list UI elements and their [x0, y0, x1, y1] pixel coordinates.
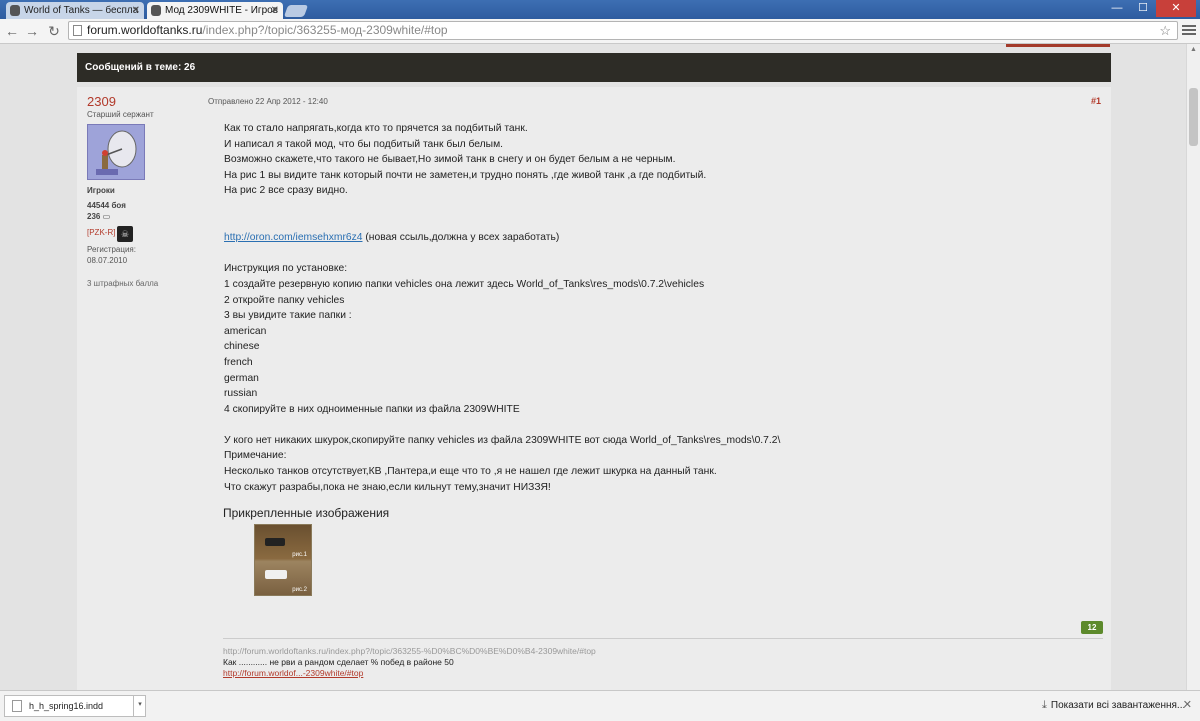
- minimize-button[interactable]: —: [1104, 0, 1130, 17]
- registration-label: Регистрация:: [87, 245, 136, 254]
- avatar[interactable]: [87, 124, 145, 180]
- white-tank-image: [265, 570, 287, 579]
- note-title: Примечание:: [224, 450, 287, 462]
- reply-button-edge[interactable]: [1006, 44, 1110, 47]
- post-date: Отправлено 22 Апр 2012 - 12:40: [208, 97, 328, 106]
- tab-mod-2309white[interactable]: Мод 2309WHITE - Игров ✕: [147, 2, 283, 19]
- browser-toolbar: ← → ↻ forum.worldoftanks.ru/index.php?/t…: [0, 19, 1200, 44]
- post-text-line: Возможно скажете,что такого не бывает,Но…: [224, 154, 676, 166]
- tab-world-of-tanks[interactable]: World of Tanks — беспла ✕: [6, 2, 144, 19]
- comment-icon: ▭: [102, 212, 111, 221]
- tab-close-icon[interactable]: ✕: [132, 2, 140, 19]
- author-name[interactable]: 2309: [87, 94, 116, 109]
- author-rank: Старший сержант: [87, 110, 154, 119]
- attachments-title: Прикрепленные изображения: [223, 506, 390, 520]
- page-icon: [73, 25, 82, 36]
- post-text-line: Несколько танков отсутствует,КВ ,Пантера…: [224, 466, 717, 478]
- close-download-bar-icon[interactable]: ✕: [1183, 698, 1192, 711]
- battles-count: 44544 боя: [87, 201, 126, 210]
- download-item[interactable]: h_h_spring16.indd ▾: [4, 695, 146, 717]
- folder-item: chinese: [224, 341, 260, 353]
- folder-item: french: [224, 356, 253, 368]
- replies-count: Сообщений в теме: 26: [85, 62, 196, 73]
- bookmark-star-icon[interactable]: ☆: [1159, 22, 1171, 39]
- signature-link[interactable]: http://forum.worldof...-2309white/#top: [223, 668, 363, 678]
- post-text-line: На рис 1 вы видите танк который почти не…: [224, 169, 707, 181]
- penalty-points[interactable]: 3 штрафных балла: [87, 279, 158, 288]
- install-step: 3 вы увидите такие папки :: [224, 310, 352, 322]
- reload-icon[interactable]: ↻: [44, 21, 64, 41]
- post-body: Как то стало напрягать,когда кто то пряч…: [224, 121, 1084, 495]
- clan-logo-icon[interactable]: ☠: [117, 226, 133, 242]
- post-text-line: И написал я такой мод, что бы подбитый т…: [224, 138, 504, 150]
- reputation-badge[interactable]: 12: [1081, 621, 1103, 634]
- menu-icon[interactable]: [1182, 23, 1196, 37]
- thumb-label: рис.2: [292, 587, 307, 593]
- post-text-line: Что скажут разрабы,пока не знаю,если кил…: [224, 481, 551, 493]
- close-window-button[interactable]: ✕: [1156, 0, 1196, 17]
- tab-strip: World of Tanks — беспла ✕ Мод 2309WHITE …: [0, 0, 1200, 19]
- wot-favicon-icon: [151, 5, 161, 16]
- install-step: 1 создайте резервную копию папки vehicle…: [224, 278, 705, 290]
- download-filename: h_h_spring16.indd: [29, 701, 104, 711]
- author-group: Игроки: [87, 186, 115, 195]
- download-link[interactable]: http://oron.com/iemsehxmr6z4: [224, 232, 363, 243]
- signature-text: Как ............ не рви а рандом сделает…: [223, 657, 454, 667]
- url-domain: forum.worldoftanks.ru: [87, 23, 203, 37]
- thumb-label: рис.1: [292, 552, 307, 558]
- show-all-downloads-link[interactable]: ⤓ Показати всі завантаження...: [1042, 699, 1185, 712]
- topic-header-bar: Сообщений в теме: 26: [77, 53, 1111, 82]
- address-bar[interactable]: forum.worldoftanks.ru/index.php?/topic/3…: [68, 21, 1178, 40]
- download-icon: ⤓: [1042, 699, 1047, 711]
- signature-url: http://forum.worldoftanks.ru/index.php?/…: [223, 646, 596, 656]
- tab-title: Мод 2309WHITE - Игров: [165, 5, 279, 16]
- attachment-thumbnail[interactable]: рис.1 рис.2: [254, 524, 312, 596]
- back-arrow-icon[interactable]: ←: [2, 21, 22, 41]
- download-note: (новая ссыль,должна у всех заработать): [365, 232, 560, 244]
- forward-arrow-icon[interactable]: →: [22, 21, 42, 41]
- clan-tag[interactable]: [PZK-R]: [87, 228, 115, 237]
- wot-favicon-icon: [10, 5, 20, 16]
- download-line: http://oron.com/iemsehxmr6z4 (новая ссыл…: [224, 230, 1084, 246]
- maximize-button[interactable]: ☐: [1130, 0, 1156, 17]
- scroll-up-icon[interactable]: ▲: [1190, 46, 1197, 53]
- posts-count: 236 ▭: [87, 212, 111, 221]
- tab-close-icon[interactable]: ✕: [271, 2, 279, 19]
- post-text-line: Как то стало напрягать,когда кто то пряч…: [224, 123, 528, 134]
- forum-post: 2309 Старший сержант Игроки 44544 боя 23…: [77, 87, 1111, 690]
- new-tab-button[interactable]: [283, 5, 309, 17]
- window-controls: — ☐ ✕: [1104, 0, 1196, 19]
- signature-divider: [223, 638, 1103, 639]
- download-bar: h_h_spring16.indd ▾ ⤓ Показати всі завант…: [0, 690, 1200, 721]
- tab-title: World of Tanks — беспла: [24, 5, 139, 16]
- scrollbar[interactable]: ▲: [1186, 44, 1200, 690]
- file-icon: [12, 700, 22, 712]
- scroll-thumb[interactable]: [1189, 88, 1198, 146]
- post-text-line: На рис 2 все сразу видно.: [224, 185, 348, 197]
- url-path: /index.php?/topic/363255-мод-2309white/#…: [202, 23, 448, 37]
- page-viewport: Сообщений в теме: 26 2309 Старший сержан…: [0, 44, 1186, 690]
- post-number-link[interactable]: #1: [1091, 96, 1101, 106]
- install-step: 2 откройте папку vehicles: [224, 294, 345, 306]
- install-title: Инструкция по установке:: [224, 263, 348, 275]
- folder-item: american: [224, 325, 267, 337]
- post-text-line: У кого нет никаких шкурок,скопируйте пап…: [224, 434, 781, 446]
- folder-item: russian: [224, 388, 258, 400]
- dropdown-arrow-icon[interactable]: ▾: [133, 695, 146, 717]
- dark-tank-image: [265, 538, 285, 546]
- install-step: 4 скопируйте в них одноименные папки из …: [224, 403, 520, 415]
- registration-date: 08.07.2010: [87, 256, 128, 265]
- folder-item: german: [224, 372, 259, 384]
